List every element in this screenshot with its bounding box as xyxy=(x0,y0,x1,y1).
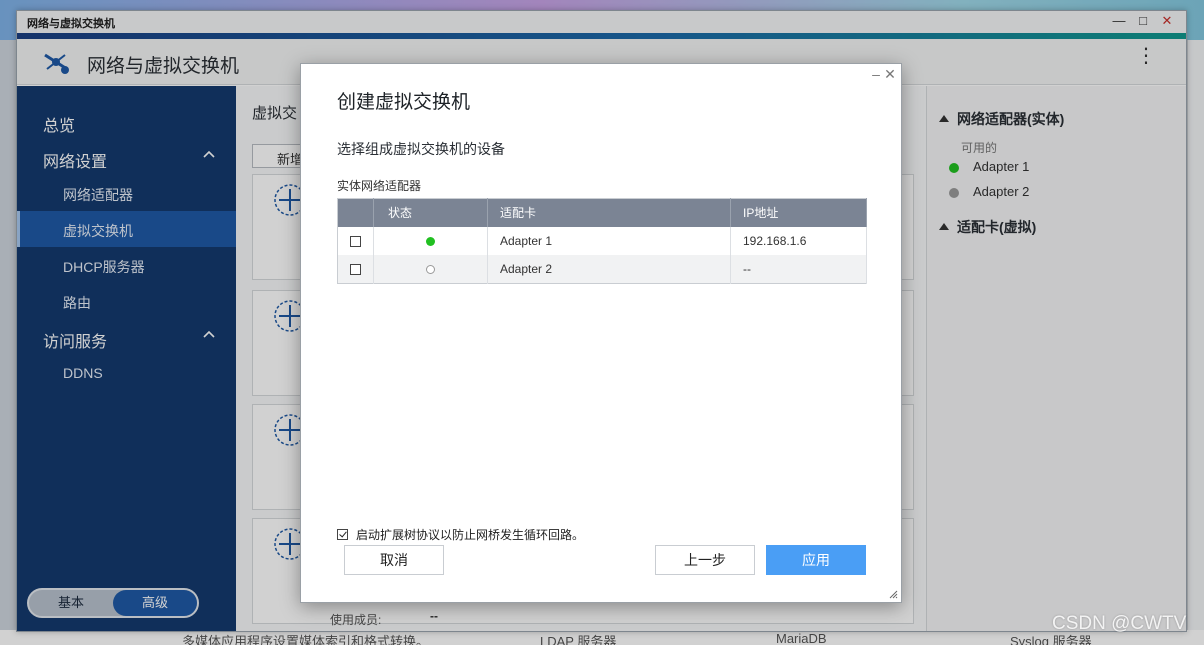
column-header-status[interactable]: 状态 xyxy=(373,198,488,227)
group-label: 实体网络适配器 xyxy=(337,179,422,193)
column-header-ip[interactable]: IP地址 xyxy=(730,198,867,227)
table-header-row: 状态 适配卡 IP地址 xyxy=(337,198,867,227)
minimize-icon[interactable]: – xyxy=(869,66,883,82)
adapter-table: 状态 适配卡 IP地址 Adapter 1 192.168.1.6 Adapte… xyxy=(337,198,867,284)
table-row[interactable]: Adapter 1 192.168.1.6 xyxy=(337,226,867,255)
create-virtual-switch-dialog: – ✕ 创建虚拟交换机 选择组成虚拟交换机的设备 实体网络适配器 状态 适配卡 … xyxy=(300,63,902,603)
dialog-subtitle: 选择组成虚拟交换机的设备 xyxy=(337,141,505,157)
column-header-select xyxy=(337,198,374,227)
cancel-button[interactable]: 取消 xyxy=(344,545,444,575)
stp-label: 启动扩展树协议以防止网桥发生循环回路。 xyxy=(356,528,585,542)
status-cell xyxy=(373,226,488,255)
status-disconnected-icon xyxy=(426,265,435,275)
table-row[interactable]: Adapter 2 -- xyxy=(337,255,867,284)
status-connected-icon xyxy=(426,237,435,247)
adapter-cell: Adapter 2 xyxy=(487,255,731,284)
adapter-cell: Adapter 1 xyxy=(487,226,731,255)
back-button[interactable]: 上一步 xyxy=(655,545,755,575)
ip-cell: 192.168.1.6 xyxy=(730,226,867,255)
row-select-cell[interactable] xyxy=(337,255,374,284)
row-select-cell[interactable] xyxy=(337,226,374,255)
close-icon[interactable]: ✕ xyxy=(883,66,897,83)
ip-cell: -- xyxy=(730,255,867,284)
status-cell xyxy=(373,255,488,284)
resize-grip-icon[interactable] xyxy=(889,590,898,599)
column-header-adapter[interactable]: 适配卡 xyxy=(487,198,731,227)
stp-checkbox[interactable] xyxy=(337,529,348,540)
row-checkbox[interactable] xyxy=(350,236,361,248)
stp-option[interactable]: 启动扩展树协议以防止网桥发生循环回路。 xyxy=(337,526,584,543)
row-checkbox[interactable] xyxy=(350,264,361,276)
apply-button[interactable]: 应用 xyxy=(766,545,866,575)
dialog-title: 创建虚拟交换机 xyxy=(337,92,471,113)
watermark: CSDN @CWTV xyxy=(1052,613,1187,634)
